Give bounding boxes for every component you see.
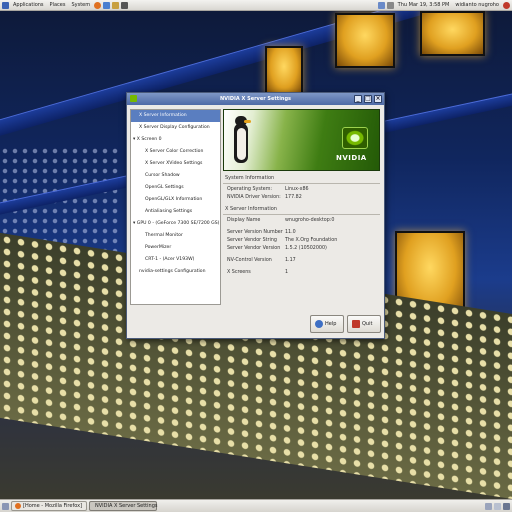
tree-item-gpu0[interactable]: ▾ GPU 0 - (GeForce 7300 SE/7200 GS) [131,218,220,230]
vendor-version-label: Server Vendor Version [227,246,281,251]
tree-item-display-config[interactable]: X Server Display Configuration [131,122,220,134]
trash-icon[interactable] [503,502,510,510]
show-desktop-icon[interactable] [2,502,9,510]
nvidia-settings-window: NVIDIA X Server Settings _ □ × X Server … [126,92,385,339]
display-name-label: Display Name [227,218,261,223]
server-version-label: Server Version Number [227,230,283,235]
terminal-launcher-icon[interactable] [121,1,129,9]
power-icon[interactable] [503,1,510,9]
nvidia-banner: NVIDIA [223,109,380,171]
driver-value: 177.82 [285,195,302,200]
tree-item-xserver-info[interactable]: X Server Information [131,110,220,122]
places-menu[interactable]: Places [48,2,68,8]
tree-item-color-correction[interactable]: X Server Color Correction [131,146,220,158]
taskbar-firefox-label: [Home - Mozilla Firefox] [23,503,83,509]
navigation-tree[interactable]: X Server Information X Server Display Co… [130,109,221,305]
tree-item-xvideo[interactable]: X Server XVideo Settings [131,158,220,170]
vendor-string-row: Server Vendor String The X.Org Foundatio… [223,237,383,245]
driver-label: NVIDIA Driver Version: [227,195,281,200]
tree-item-label: X Screen 0 [136,137,162,142]
tree-item-thermal[interactable]: Thermal Monitor [131,230,220,242]
volume-icon[interactable] [386,1,394,9]
tree-item-label: GPU 0 - (GeForce 7300 SE/7200 GS) [136,221,220,226]
tree-item-opengl[interactable]: OpenGL Settings [131,182,220,194]
help-button[interactable]: Help [310,315,344,333]
wallpaper-vu-meter [265,46,303,96]
nvidia-logo-text: NVIDIA [336,154,367,162]
workspace-switcher[interactable] [494,502,501,510]
workspace-switcher[interactable] [485,502,492,510]
divider [223,214,380,215]
system-menu[interactable]: System [69,2,92,8]
tree-item-crt1[interactable]: CRT-1 - (Acer V193W) [131,254,220,266]
nv-control-label: NV-Control Version [227,258,272,263]
user-switcher[interactable]: widianto nugroho [453,2,501,8]
tree-item-glx-info[interactable]: OpenGL/GLX Information [131,194,220,206]
clock[interactable]: Thu Mar 19, 3:58 PM [396,2,452,8]
close-button[interactable]: × [374,95,382,103]
minimize-button[interactable]: _ [354,95,362,103]
tux-penguin-icon [231,116,253,168]
bottom-panel: [Home - Mozilla Firefox] NVIDIA X Server… [0,499,512,512]
top-panel: Applications Places System Thu Mar 19, 3… [0,0,512,11]
firefox-launcher-icon[interactable] [94,1,102,9]
quit-button[interactable]: Quit [347,315,381,333]
taskbar-firefox[interactable]: [Home - Mozilla Firefox] [11,501,87,511]
display-name-value: wnugroho-desktop:0 [285,218,335,223]
network-icon[interactable] [377,1,385,9]
firefox-icon [15,503,21,509]
vendor-string-value: The X.Org Foundation [285,238,338,243]
gnome-foot-icon[interactable] [2,1,9,9]
quit-icon [352,320,360,328]
server-version-row: Server Version Number 11.0 [223,229,383,237]
taskbar-nvidia-label: NVIDIA X Server Settings [95,503,158,509]
x-screens-value: 1 [285,270,289,275]
help-button-label: Help [325,321,337,327]
maximize-button[interactable]: □ [364,95,372,103]
taskbar-nvidia-settings[interactable]: NVIDIA X Server Settings [89,501,157,511]
driver-row: NVIDIA Driver Version: 177.82 [223,194,383,202]
email-launcher-icon[interactable] [103,1,111,9]
tree-item-config[interactable]: nvidia-settings Configuration [131,266,220,278]
applications-menu[interactable]: Applications [11,2,46,8]
x-screens-label: X Screens [227,270,251,275]
window-titlebar[interactable]: NVIDIA X Server Settings _ □ × [127,93,384,105]
nv-control-row: NV-Control Version 1.17 [223,257,383,265]
os-row: Operating System: Linux-x86 [223,186,383,194]
xserver-info-heading: X Server Information [225,206,277,212]
x-screens-row: X Screens 1 [223,269,383,277]
nvidia-eye-logo-icon [342,127,368,149]
tree-item-antialiasing[interactable]: Antialiasing Settings [131,206,220,218]
wallpaper-vu-meter [335,13,395,68]
quit-button-label: Quit [362,321,373,327]
system-info-heading: System Information [225,175,275,181]
nv-control-value: 1.17 [285,258,296,263]
window-title: NVIDIA X Server Settings [219,96,292,102]
help-launcher-icon[interactable] [112,1,120,9]
tree-item-xscreen0[interactable]: ▾ X Screen 0 [131,134,220,146]
divider [223,183,380,184]
server-version-value: 11.0 [285,230,296,235]
vendor-version-value: 1.5.2 (10502000) [285,246,327,251]
vendor-version-row: Server Vendor Version 1.5.2 (10502000) [223,245,383,253]
wallpaper-vu-meter [420,11,485,56]
os-label: Operating System: [227,187,273,192]
nvidia-app-icon [130,95,137,102]
tree-item-cursor-shadow[interactable]: Cursor Shadow [131,170,220,182]
display-name-row: Display Name wnugroho-desktop:0 [223,217,383,225]
vendor-string-label: Server Vendor String [227,238,277,243]
help-icon [315,320,323,328]
tree-item-powermizer[interactable]: PowerMizer [131,242,220,254]
info-panel: NVIDIA System Information Operating Syst… [223,109,383,305]
os-value: Linux-x86 [285,187,309,192]
